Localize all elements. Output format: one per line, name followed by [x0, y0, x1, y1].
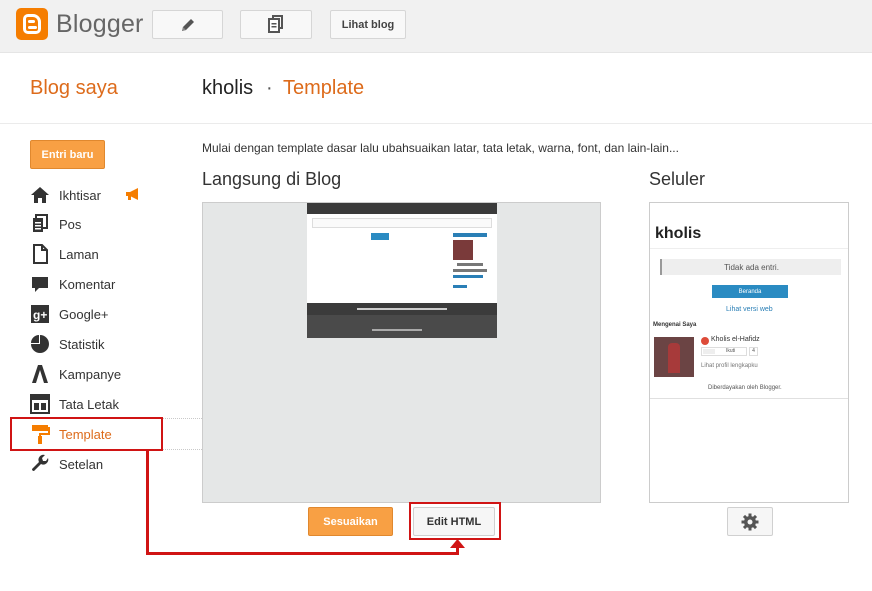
wrench-icon — [30, 454, 50, 474]
mobile-blog-title: kholis — [655, 225, 702, 242]
gear-icon — [741, 513, 759, 530]
sidebar-item-label: Ikhtisar — [59, 187, 101, 203]
pencil-icon — [181, 18, 194, 31]
sidebar-item-stats[interactable]: Statistik — [30, 332, 105, 356]
sidebar-item-settings[interactable]: Setelan — [30, 452, 103, 476]
sidebar-item-pages[interactable]: Laman — [30, 242, 99, 266]
svg-text:g+: g+ — [33, 308, 47, 322]
top-bar: Blogger Lihat blog — [0, 0, 872, 53]
live-preview-thumbnail — [307, 203, 497, 338]
new-post-sidebar-button[interactable]: Entri baru — [30, 140, 105, 169]
template-highlight-box — [10, 417, 163, 451]
sidebar-item-label: Google+ — [59, 306, 109, 322]
campaign-icon — [30, 364, 50, 384]
sidebar-item-label: Tata Letak — [59, 396, 119, 412]
google-plus-badge-icon — [701, 337, 709, 345]
sidebar-item-label: Setelan — [59, 456, 104, 472]
sidebar-item-label: Pos — [59, 216, 82, 232]
powered-by: Diberdayakan oleh Blogger. — [708, 385, 782, 391]
megaphone-icon — [126, 188, 138, 200]
mobile-section-title: Seluler — [649, 169, 706, 189]
pie-chart-icon — [30, 334, 50, 354]
sidebar-item-label: Kampanye — [59, 366, 122, 382]
live-section-title: Langsung di Blog — [202, 169, 342, 189]
annotation-arrow-icon — [450, 539, 465, 548]
view-profile-link: Lihat profil lengkapku — [701, 363, 758, 369]
mobile-home-button: Beranda — [712, 285, 788, 298]
profile-name: Kholis el-Hafidz — [711, 336, 760, 343]
gplus-count: 4 — [749, 347, 758, 356]
sidebar-item-posts[interactable]: Pos — [30, 212, 81, 236]
mobile-divider — [650, 248, 848, 249]
page-title: Template — [283, 77, 365, 99]
edit-html-highlight-box — [409, 502, 501, 540]
profile-photo — [654, 337, 694, 377]
mobile-web-version-link: Lihat versi web — [726, 306, 773, 313]
mobile-about-title: Mengenai Saya — [653, 322, 697, 328]
annotation-line — [146, 552, 459, 555]
mobile-settings-button[interactable] — [727, 507, 773, 536]
mobile-bottom-divider — [650, 398, 848, 399]
customize-button[interactable]: Sesuaikan — [308, 507, 393, 536]
gplus-follow-button: Ikuti — [701, 347, 747, 356]
brand-name: Blogger — [56, 10, 144, 38]
google-plus-icon: g+ — [30, 304, 50, 324]
home-icon — [30, 185, 50, 205]
template-description: Mulai dengan template dasar lalu ubahsua… — [202, 141, 679, 155]
sidebar-item-layout[interactable]: Tata Letak — [30, 392, 119, 416]
my-blogs-link[interactable]: Blog saya — [30, 77, 118, 100]
breadcrumb-separator: · — [266, 77, 273, 99]
posts-icon — [30, 214, 50, 234]
blog-name: kholis — [202, 77, 254, 99]
posts-list-button[interactable] — [240, 10, 312, 39]
new-post-button[interactable] — [152, 10, 223, 39]
blogger-logo-icon[interactable] — [16, 8, 48, 40]
annotation-line — [146, 451, 149, 555]
comment-icon — [30, 274, 50, 294]
view-blog-button[interactable]: Lihat blog — [330, 10, 406, 39]
sidebar-item-campaign[interactable]: Kampanye — [30, 362, 121, 386]
pages-icon — [268, 14, 283, 33]
sidebar-item-label: Komentar — [59, 276, 116, 292]
page-icon — [30, 244, 50, 264]
layout-icon — [30, 394, 50, 414]
header-divider — [0, 123, 872, 124]
mobile-no-posts: Tidak ada entri. — [660, 259, 841, 275]
sidebar-item-overview[interactable]: Ikhtisar — [30, 183, 101, 207]
sidebar-item-label: Statistik — [59, 336, 105, 352]
sidebar-item-google-plus[interactable]: g+ Google+ — [30, 302, 109, 326]
sidebar-item-label: Laman — [59, 246, 99, 262]
sidebar-item-comments[interactable]: Komentar — [30, 272, 115, 296]
